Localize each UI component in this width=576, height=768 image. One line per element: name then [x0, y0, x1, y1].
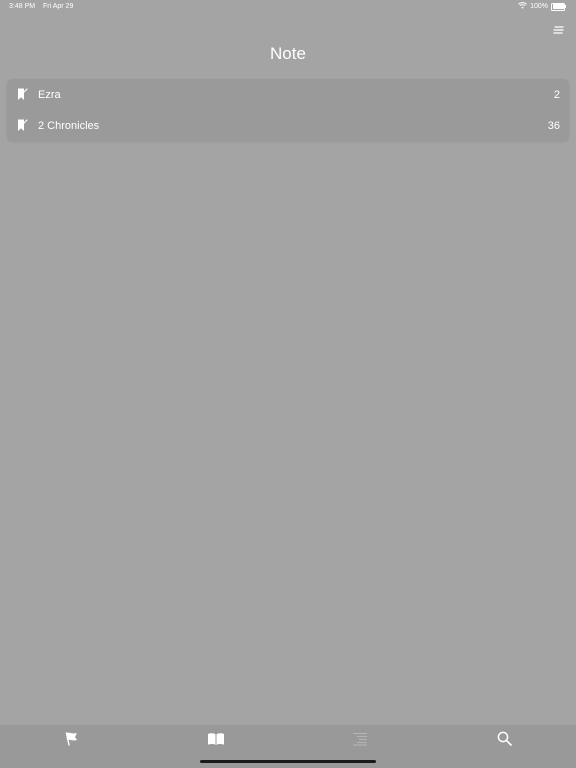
list-item[interactable]: 2 Chronicles 36 — [7, 110, 569, 141]
list-item[interactable]: Ezra 2 — [7, 79, 569, 110]
menu-lines-icon — [552, 21, 564, 39]
bookmark-flag-icon — [17, 119, 28, 132]
status-bar: 3:48 PM Fri Apr 29 100% — [0, 0, 576, 14]
search-icon — [497, 731, 512, 751]
home-indicator — [200, 760, 376, 763]
flag-icon — [64, 731, 80, 751]
list-item-count: 36 — [547, 119, 560, 132]
list-item-label: 2 Chronicles — [38, 119, 100, 132]
tab-book[interactable] — [206, 732, 226, 750]
bookmark-flag-icon — [17, 88, 28, 101]
battery-icon — [551, 2, 566, 11]
page-title: Note — [270, 44, 306, 63]
menu-button[interactable] — [548, 20, 568, 40]
status-time: 3:48 PM — [9, 3, 36, 10]
list-icon — [352, 732, 368, 751]
wifi-icon — [518, 2, 527, 11]
battery-text: 100% — [530, 3, 548, 10]
notes-list: Ezra 2 2 Chronicles 36 — [7, 79, 569, 141]
list-item-count: 2 — [553, 88, 560, 101]
tab-flag[interactable] — [62, 732, 82, 750]
list-item-label: Ezra — [38, 88, 61, 101]
book-icon — [207, 732, 225, 751]
tab-list[interactable] — [350, 732, 370, 750]
tab-search[interactable] — [494, 731, 514, 751]
screen: 3:48 PM Fri Apr 29 100% Note Ezra 2 2 Ch… — [0, 0, 576, 768]
status-date: Fri Apr 29 — [43, 3, 74, 10]
status-indicators: 100% — [518, 2, 566, 11]
